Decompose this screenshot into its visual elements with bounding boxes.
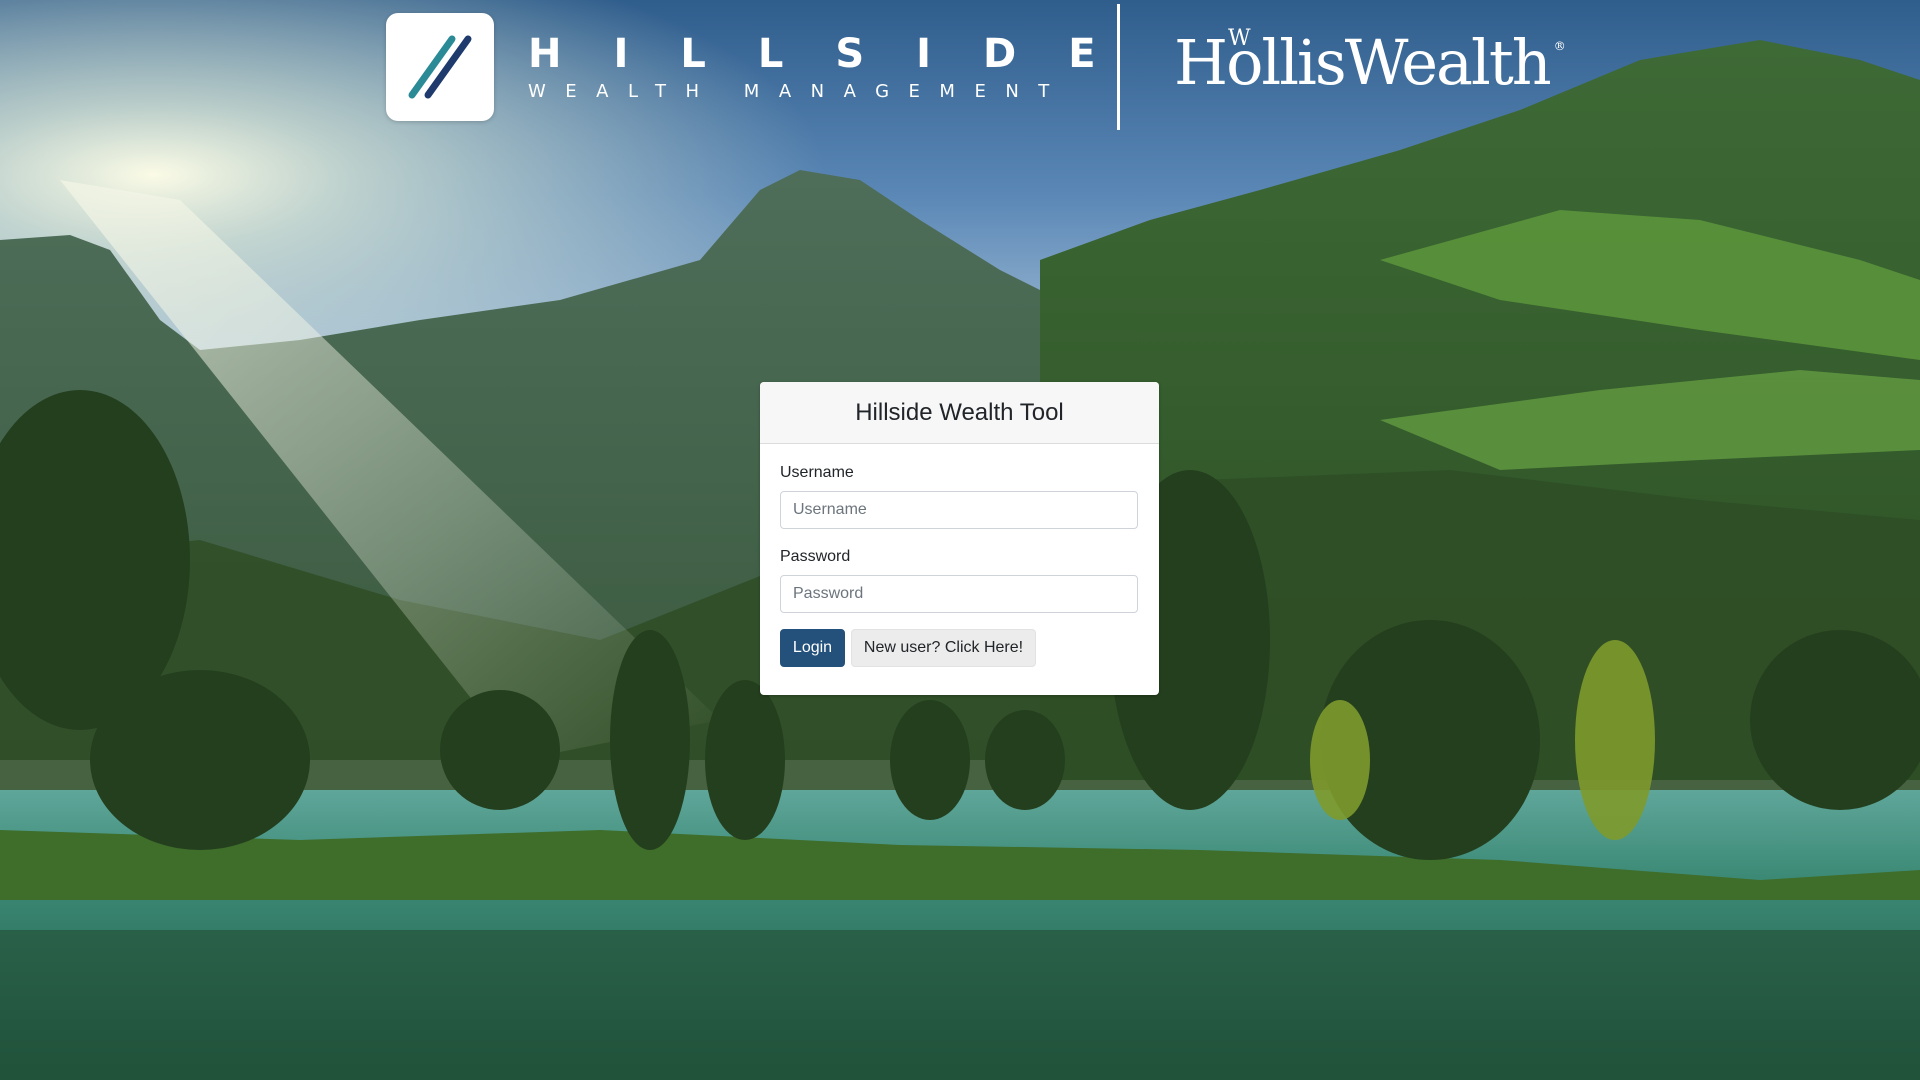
- new-user-button[interactable]: New user? Click Here!: [851, 629, 1036, 667]
- username-group: Username: [780, 464, 1139, 529]
- brand-divider: [1117, 4, 1120, 130]
- hillside-slash-icon: [408, 35, 472, 99]
- hillside-name: HILLSIDE: [528, 31, 1148, 77]
- holliswealth-mark: W: [1228, 26, 1251, 51]
- registered-mark: ®: [1553, 39, 1566, 53]
- login-actions: Login New user? Click Here!: [780, 629, 1139, 667]
- login-button[interactable]: Login: [780, 629, 845, 667]
- login-card-title: Hillside Wealth Tool: [760, 382, 1159, 444]
- login-card: Hillside Wealth Tool Username Password L…: [760, 382, 1159, 695]
- password-group: Password: [780, 548, 1139, 613]
- hillside-subtitle: WEALTH MANAGEMENT: [528, 81, 1069, 102]
- hillside-wordmark: HILLSIDE WEALTH MANAGEMENT: [528, 31, 1148, 102]
- password-input[interactable]: [780, 575, 1138, 613]
- hillside-logo: [386, 13, 494, 121]
- branding-header: HILLSIDE WEALTH MANAGEMENT W HollisWealt…: [0, 0, 1920, 140]
- holliswealth-logo: W HollisWealth ®: [1174, 26, 1566, 96]
- login-form: Username Password Login New user? Click …: [760, 444, 1159, 667]
- username-label: Username: [780, 464, 854, 481]
- username-input[interactable]: [780, 491, 1138, 529]
- password-label: Password: [780, 548, 851, 565]
